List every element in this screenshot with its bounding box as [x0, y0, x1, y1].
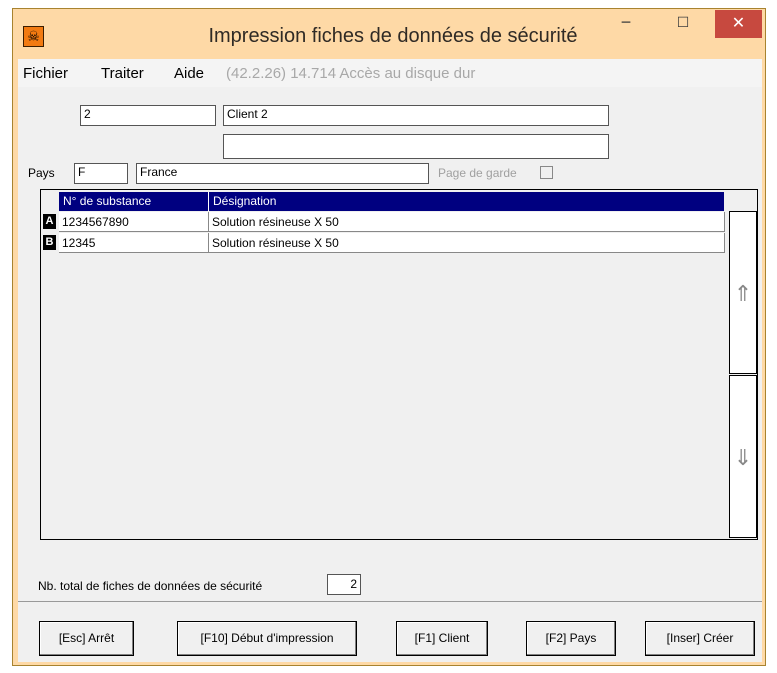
create-button[interactable]: [Inser] Créer	[645, 621, 755, 656]
arrow-down-icon: ⇓	[733, 445, 753, 470]
client-name2-field[interactable]	[223, 134, 609, 159]
pays-name-field[interactable]: France	[136, 163, 429, 184]
client-button[interactable]: [F1] Client	[396, 621, 488, 656]
arrow-up-icon: ⇑	[733, 281, 753, 306]
hazard-skull-icon[interactable]: ☠	[23, 26, 44, 47]
client-area: Fichier Traiter Aide (42.2.26) 14.714 Ac…	[18, 59, 762, 662]
cell-designation[interactable]: Solution résineuse X 50	[209, 212, 725, 232]
minimize-button[interactable]: −	[609, 9, 643, 37]
client-code-field[interactable]: 2	[80, 105, 216, 126]
client-name-field[interactable]: Client 2	[223, 105, 609, 126]
cell-substance[interactable]: 1234567890	[59, 212, 209, 232]
close-button[interactable]: ✕	[715, 10, 762, 38]
stop-button[interactable]: [Esc] Arrêt	[39, 621, 134, 656]
status-info: (42.2.26) 14.714 Accès au disque dur	[226, 65, 476, 82]
column-header-substance[interactable]: N° de substance	[59, 192, 209, 211]
total-field: 2	[327, 574, 361, 595]
table-row[interactable]: B 12345 Solution résineuse X 50	[41, 233, 725, 254]
page-garde-label: Page de garde	[438, 166, 517, 180]
menu-bar: Fichier Traiter Aide (42.2.26) 14.714 Ac…	[18, 59, 762, 87]
grid-header: N° de substance Désignation	[59, 192, 724, 211]
menu-aide[interactable]: Aide	[174, 65, 204, 82]
print-button[interactable]: [F10] Début d'impression	[177, 621, 357, 656]
page-garde-checkbox[interactable]	[540, 166, 553, 179]
title-bar[interactable]: ☠ Impression fiches de données de sécuri…	[13, 9, 765, 59]
total-label: Nb. total de fiches de données de sécuri…	[38, 579, 263, 593]
scroll-up-button[interactable]: ⇑	[729, 211, 757, 374]
vertical-scrollbar[interactable]: ⇑ ⇓	[729, 211, 757, 538]
maximize-button[interactable]: ☐	[666, 9, 700, 37]
window-title: Impression fiches de données de sécurité	[208, 25, 578, 47]
menu-fichier[interactable]: Fichier	[23, 65, 68, 82]
menu-traiter[interactable]: Traiter	[101, 65, 144, 82]
cell-designation[interactable]: Solution résineuse X 50	[209, 233, 725, 253]
scroll-down-button[interactable]: ⇓	[729, 375, 757, 538]
table-row[interactable]: A 1234567890 Solution résineuse X 50	[41, 212, 725, 233]
button-bar: [Esc] Arrêt [F10] Début d'impression [F1…	[18, 601, 762, 663]
pays-label: Pays	[28, 166, 55, 180]
cell-substance[interactable]: 12345	[59, 233, 209, 253]
row-marker: B	[43, 235, 56, 250]
pays-button[interactable]: [F2] Pays	[526, 621, 616, 656]
pays-code-field[interactable]: F	[74, 163, 128, 184]
application-window: ☠ Impression fiches de données de sécuri…	[12, 8, 766, 666]
column-header-designation[interactable]: Désignation	[209, 192, 724, 211]
substance-grid: N° de substance Désignation A 1234567890…	[40, 189, 758, 540]
row-marker: A	[43, 214, 56, 229]
